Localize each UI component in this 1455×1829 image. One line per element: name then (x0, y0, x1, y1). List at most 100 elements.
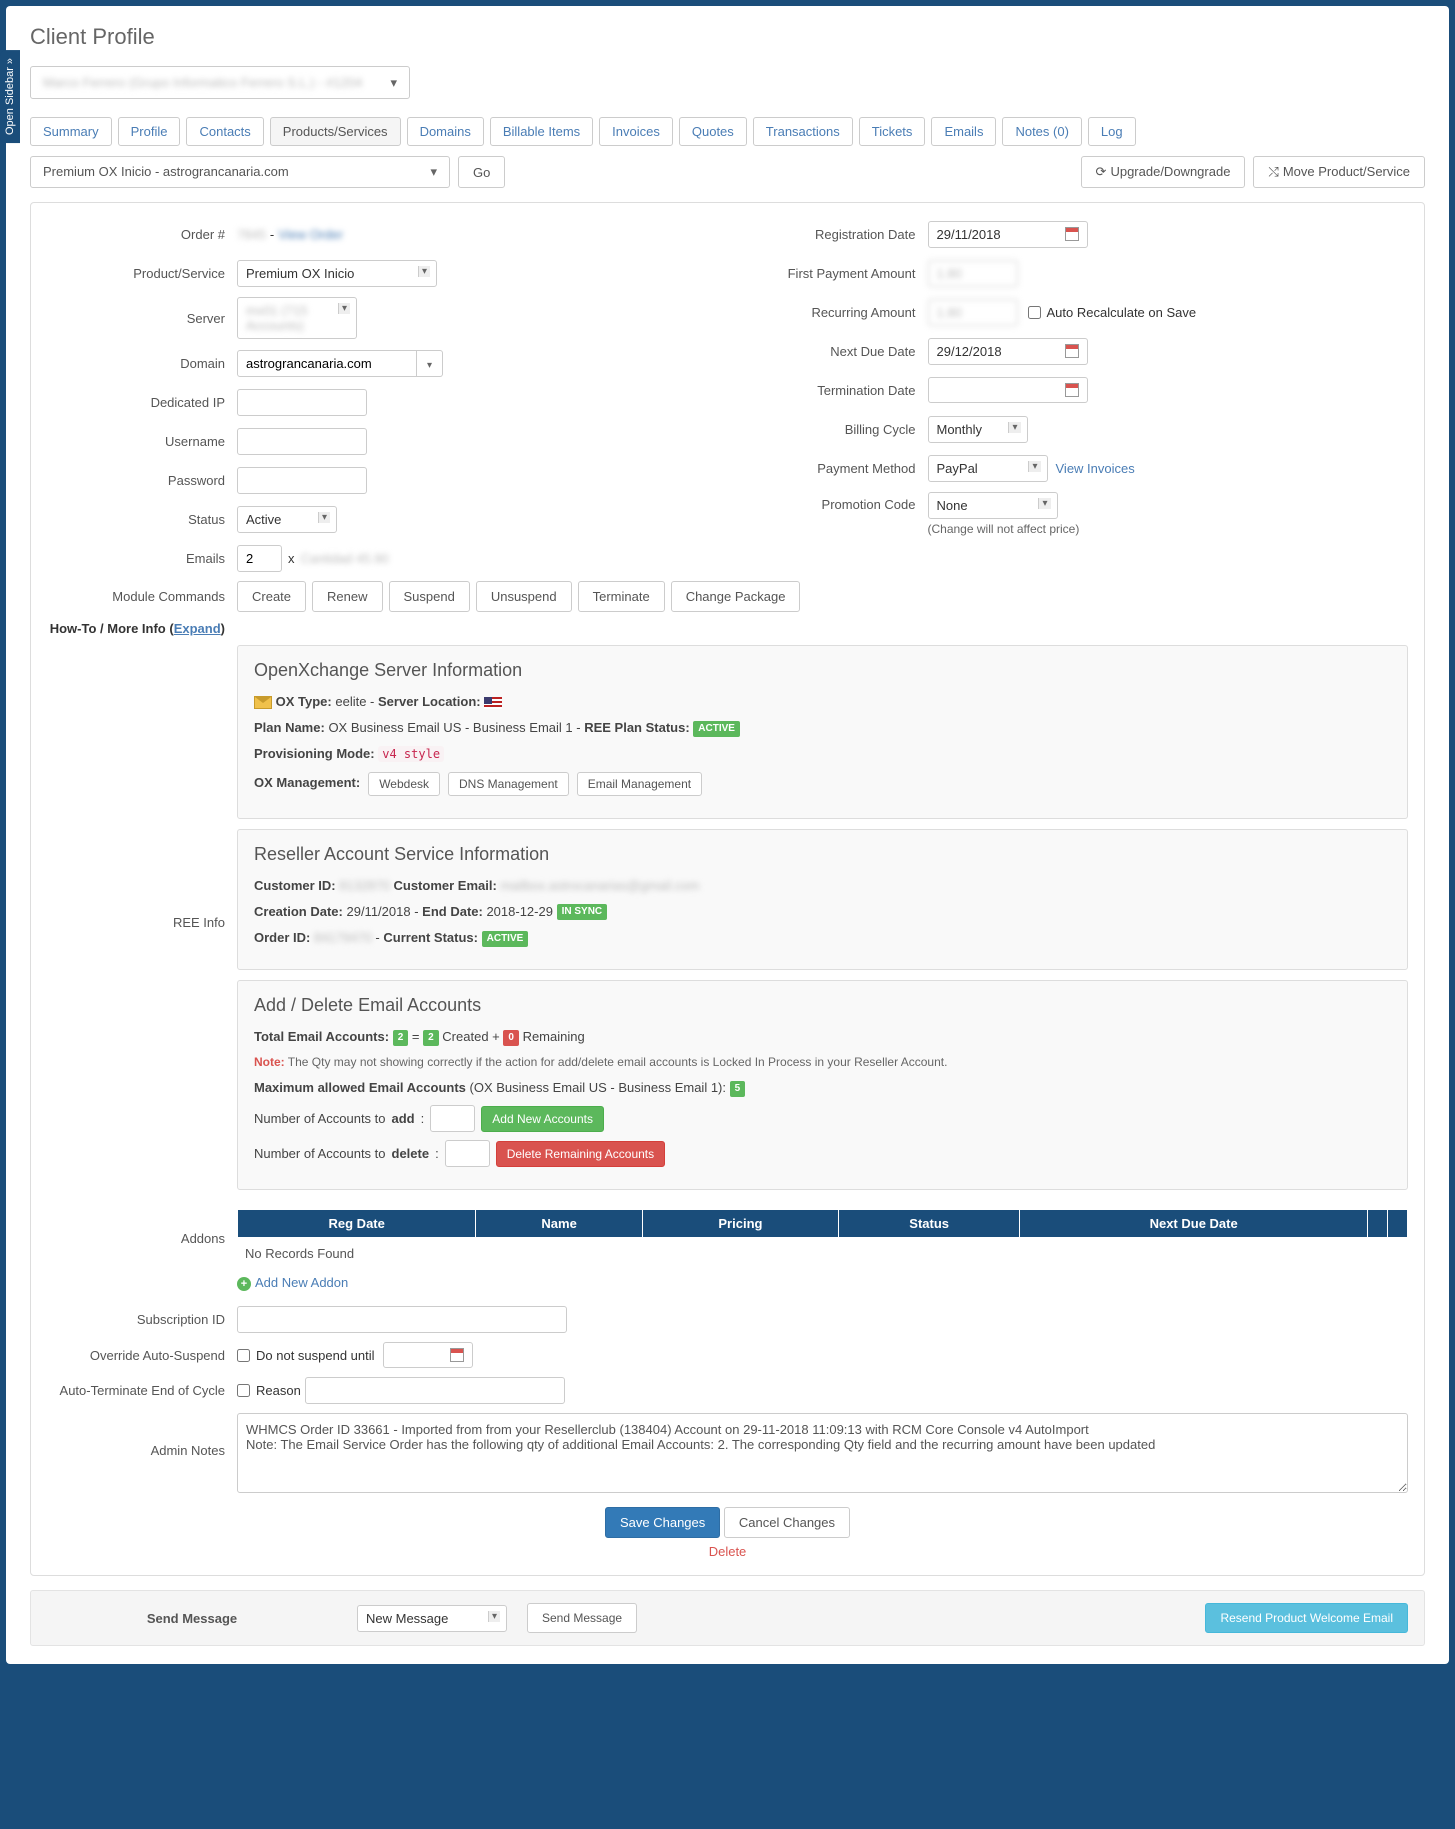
renew-button[interactable]: Renew (312, 581, 382, 612)
tab-profile[interactable]: Profile (118, 117, 181, 146)
next-due-input[interactable]: 29/12/2018 (928, 338, 1088, 365)
first-payment-label: First Payment Amount (738, 266, 928, 281)
service-select[interactable]: Premium OX Inicio - astrograncanaria.com (30, 156, 450, 188)
client-selector[interactable]: Marco Ferrero (Grupo Informatico Ferrero… (30, 66, 410, 99)
dns-mgmt-button[interactable]: DNS Management (448, 772, 569, 796)
product-select[interactable]: Premium OX Inicio (237, 260, 437, 287)
add-accounts-input[interactable] (430, 1105, 475, 1132)
auto-recalc-row[interactable]: Auto Recalculate on Save (1028, 305, 1197, 320)
termination-input[interactable] (928, 377, 1088, 403)
change-package-button[interactable]: Change Package (671, 581, 801, 612)
promo-select[interactable]: None (928, 492, 1058, 519)
reseller-panel: Reseller Account Service Information Cus… (237, 829, 1408, 971)
addons-th-status: Status (839, 1210, 1020, 1238)
payment-method-select[interactable]: PayPal (928, 455, 1048, 482)
next-due-label: Next Due Date (738, 344, 928, 359)
tab-domains[interactable]: Domains (407, 117, 484, 146)
domain-input[interactable] (237, 350, 417, 377)
password-input[interactable] (237, 467, 367, 494)
auto-terminate-checkbox[interactable] (237, 1384, 250, 1397)
status-label: Status (47, 512, 237, 527)
addons-th-action2 (1388, 1210, 1408, 1238)
plus-icon: + (237, 1277, 251, 1291)
tab-notes[interactable]: Notes (0) (1002, 117, 1081, 146)
subscription-id-input[interactable] (237, 1306, 567, 1333)
resend-welcome-button[interactable]: Resend Product Welcome Email (1205, 1603, 1408, 1633)
add-new-addon-link[interactable]: +Add New Addon (237, 1269, 1408, 1297)
username-input[interactable] (237, 428, 367, 455)
upgrade-downgrade-button[interactable]: Upgrade/Downgrade (1081, 156, 1246, 188)
calendar-icon (450, 1348, 464, 1362)
tab-bar: Summary Profile Contacts Products/Servic… (30, 117, 1425, 146)
tab-quotes[interactable]: Quotes (679, 117, 747, 146)
create-button[interactable]: Create (237, 581, 306, 612)
reg-date-input[interactable]: 29/11/2018 (928, 221, 1088, 248)
us-flag-icon (484, 697, 502, 709)
tab-billable-items[interactable]: Billable Items (490, 117, 593, 146)
tab-summary[interactable]: Summary (30, 117, 112, 146)
admin-notes-textarea[interactable] (237, 1413, 1408, 1493)
module-commands-label: Module Commands (47, 589, 237, 604)
footer-actions: Save Changes Cancel Changes Delete (47, 1507, 1408, 1559)
email-panel-title: Add / Delete Email Accounts (254, 995, 1391, 1016)
tab-tickets[interactable]: Tickets (859, 117, 926, 146)
send-message-bar: Send Message New Message Send Message Re… (30, 1590, 1425, 1646)
promo-help: (Change will not affect price) (928, 522, 1080, 536)
expand-link[interactable]: Expand (174, 621, 221, 636)
first-payment-input[interactable] (928, 260, 1018, 287)
tab-log[interactable]: Log (1088, 117, 1136, 146)
tab-products-services[interactable]: Products/Services (270, 117, 401, 146)
tab-emails[interactable]: Emails (931, 117, 996, 146)
view-order-link[interactable]: View Order (278, 227, 343, 242)
auto-recalc-checkbox[interactable] (1028, 306, 1041, 319)
billing-cycle-select[interactable]: Monthly (928, 416, 1028, 443)
go-button[interactable]: Go (458, 156, 505, 188)
addons-table: Reg Date Name Pricing Status Next Due Da… (237, 1209, 1408, 1238)
addons-th-name: Name (476, 1210, 642, 1238)
recurring-input[interactable] (928, 299, 1018, 326)
view-invoices-link[interactable]: View Invoices (1056, 461, 1135, 476)
domain-dropdown[interactable] (417, 350, 443, 377)
emails-qty-input[interactable] (237, 545, 282, 572)
webdesk-button[interactable]: Webdesk (368, 772, 440, 796)
auto-terminate-reason-input[interactable] (305, 1377, 565, 1404)
server-select[interactable]: mx01 (715 Accounts) (237, 297, 357, 339)
howto-label: How-To / More Info (Expand) (47, 621, 237, 636)
payment-method-label: Payment Method (738, 461, 928, 476)
add-accounts-button[interactable]: Add New Accounts (481, 1106, 604, 1132)
service-selector-row: Premium OX Inicio - astrograncanaria.com… (30, 156, 1425, 188)
ree-info-label: REE Info (47, 915, 237, 930)
addons-th-nextdue: Next Due Date (1020, 1210, 1368, 1238)
password-label: Password (47, 473, 237, 488)
send-message-select[interactable]: New Message (357, 1605, 507, 1632)
delete-link[interactable]: Delete (47, 1544, 1408, 1559)
email-mgmt-button[interactable]: Email Management (577, 772, 702, 796)
tab-contacts[interactable]: Contacts (186, 117, 263, 146)
override-suspend-date[interactable] (383, 1342, 473, 1368)
server-label: Server (47, 311, 237, 326)
suspend-button[interactable]: Suspend (389, 581, 470, 612)
cancel-changes-button[interactable]: Cancel Changes (724, 1507, 850, 1538)
save-changes-button[interactable]: Save Changes (605, 1507, 720, 1538)
send-message-label: Send Message (47, 1611, 337, 1626)
send-message-button[interactable]: Send Message (527, 1603, 637, 1633)
termination-label: Termination Date (738, 383, 928, 398)
auto-terminate-label: Auto-Terminate End of Cycle (47, 1383, 237, 1398)
dedicated-ip-input[interactable] (237, 389, 367, 416)
unsuspend-button[interactable]: Unsuspend (476, 581, 572, 612)
tab-transactions[interactable]: Transactions (753, 117, 853, 146)
move-product-button[interactable]: Move Product/Service (1253, 156, 1425, 188)
status-select[interactable]: Active (237, 506, 337, 533)
open-sidebar-tab[interactable]: Open Sidebar » (0, 50, 20, 143)
ox-panel: OpenXchange Server Information OX Type: … (237, 645, 1408, 819)
ree-plan-status-badge: ACTIVE (693, 721, 740, 737)
tab-invoices[interactable]: Invoices (599, 117, 673, 146)
terminate-button[interactable]: Terminate (578, 581, 665, 612)
delete-accounts-button[interactable]: Delete Remaining Accounts (496, 1141, 665, 1167)
delete-accounts-input[interactable] (445, 1140, 490, 1167)
current-status-badge: ACTIVE (482, 931, 529, 947)
emails-unit: Cantidad 45.90 (301, 551, 389, 566)
override-suspend-checkbox[interactable] (237, 1349, 250, 1362)
emails-label: Emails (47, 551, 237, 566)
page-title: Client Profile (30, 24, 1425, 50)
